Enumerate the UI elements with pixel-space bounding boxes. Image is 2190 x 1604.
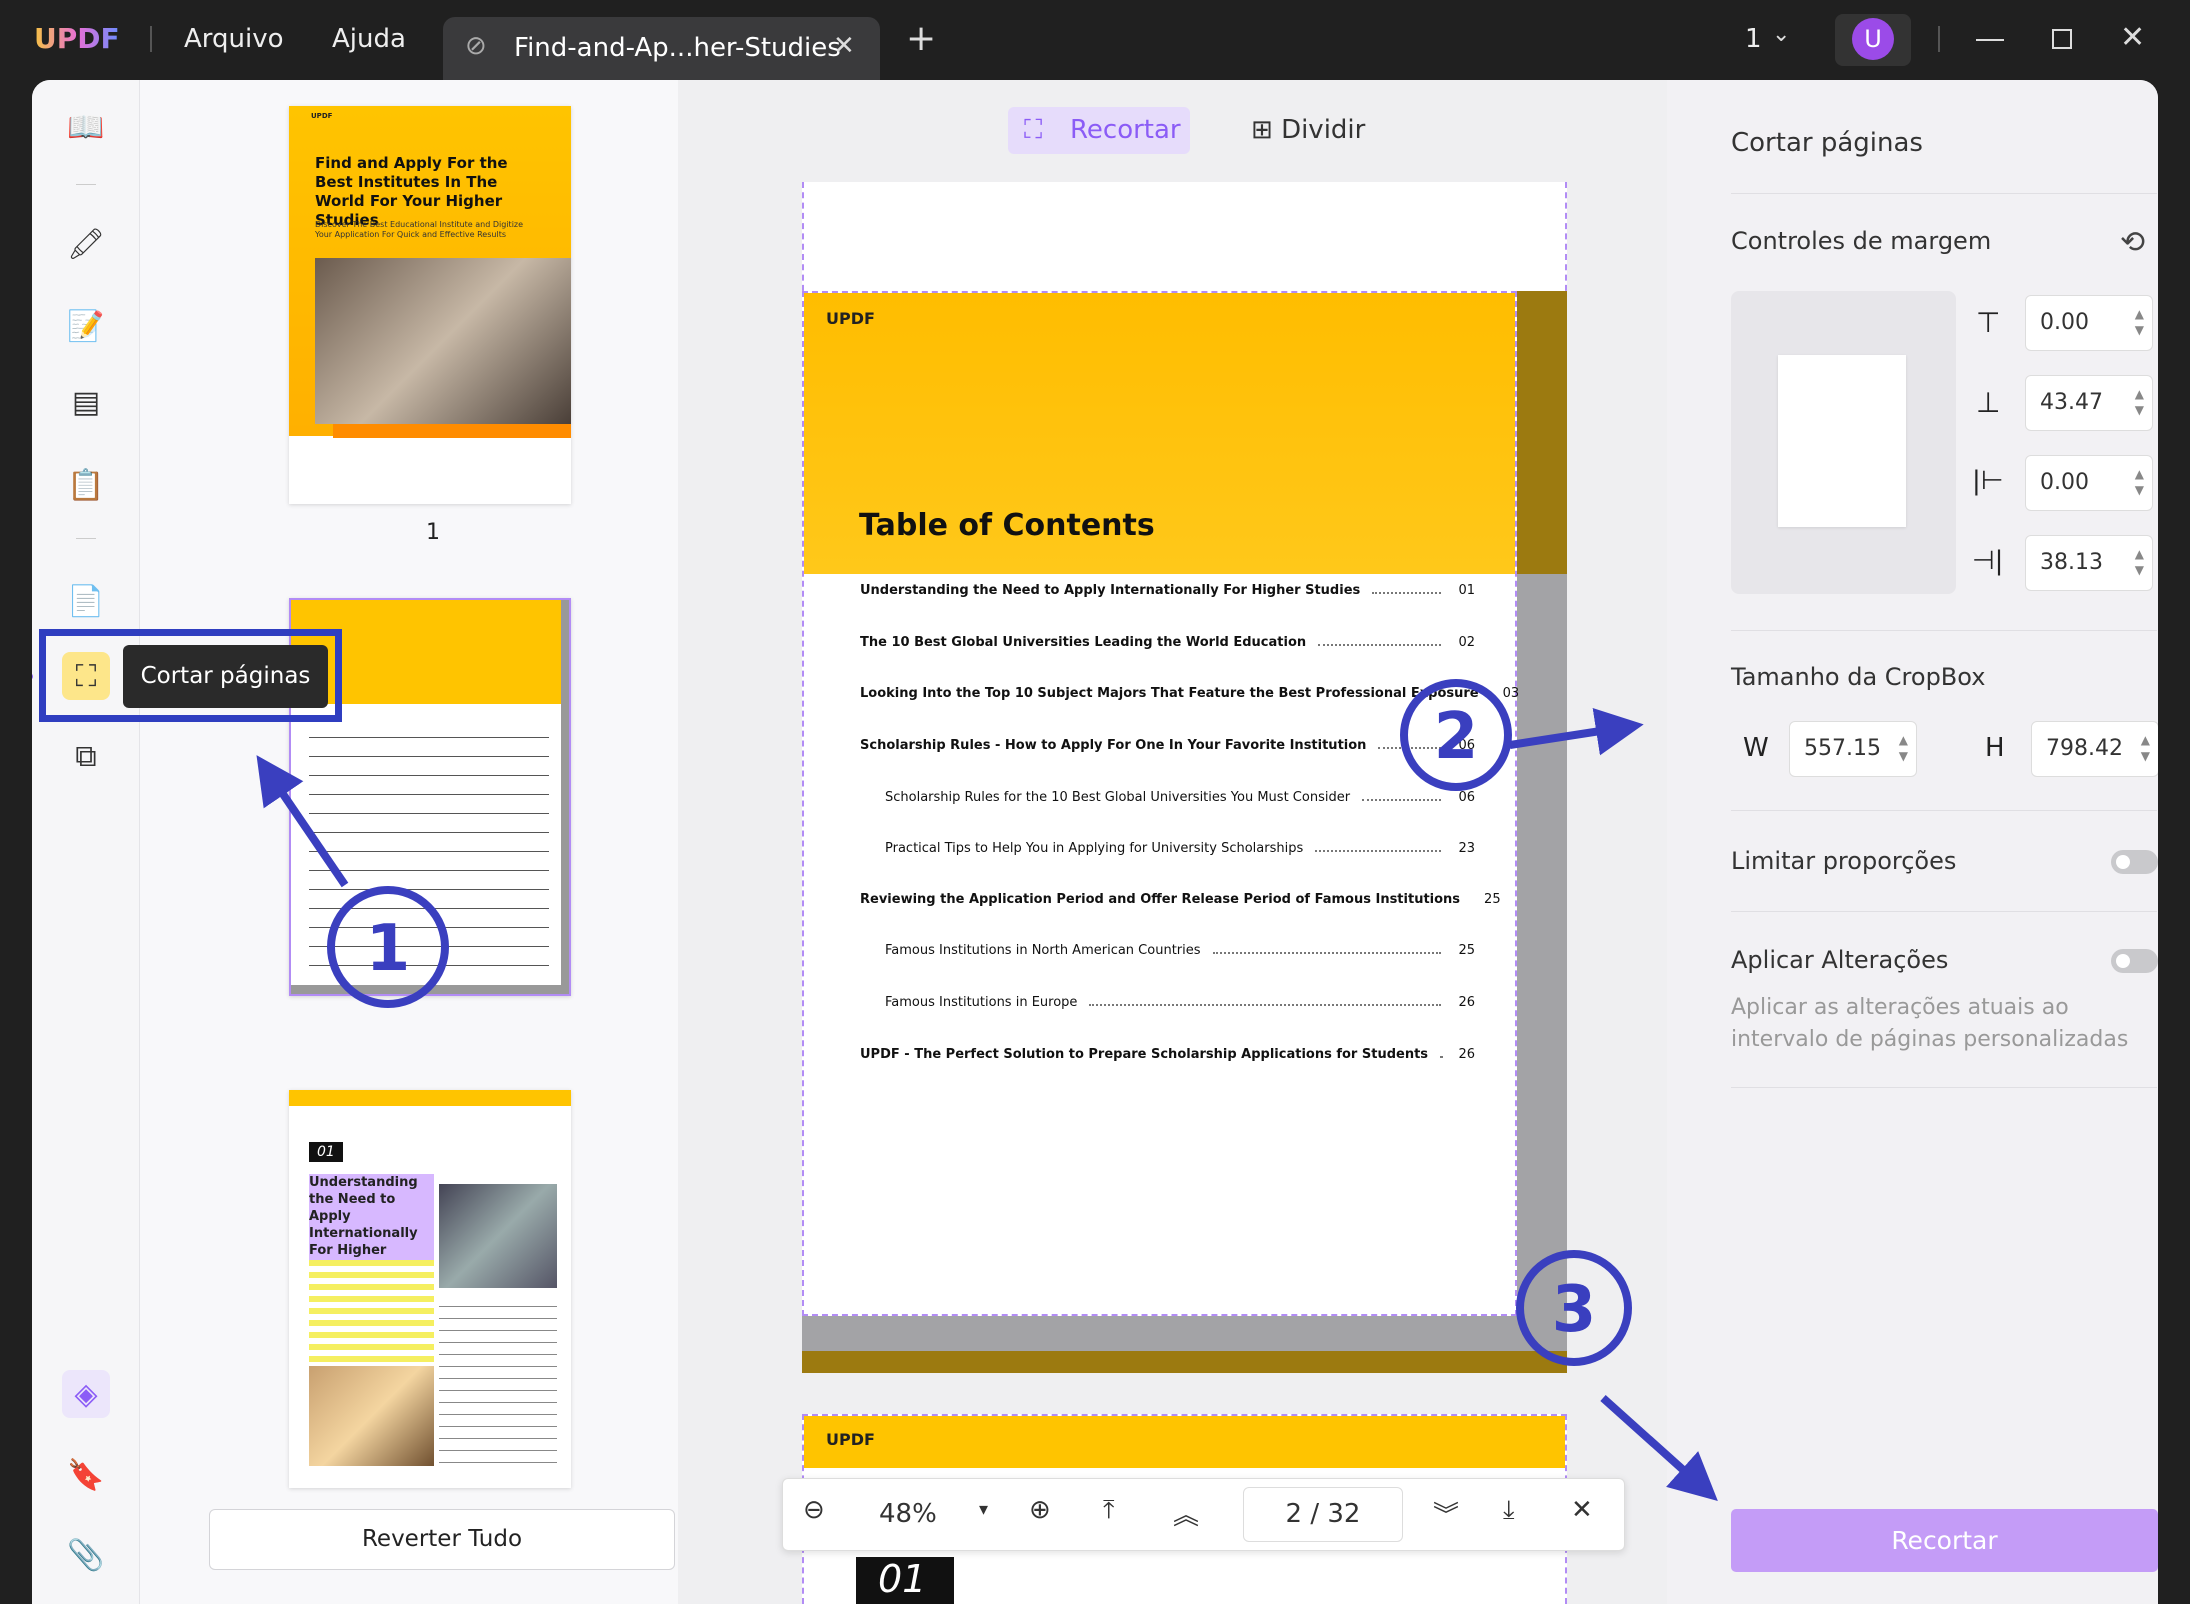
step-2-label: 2 — [1434, 700, 1479, 774]
arrow-1 — [256, 755, 349, 888]
step-3-label: 3 — [1552, 1273, 1597, 1347]
arrow-2 — [1509, 707, 1644, 756]
arrow-3 — [1600, 1395, 1718, 1502]
step-1-label: 1 — [366, 912, 411, 986]
annotation-overlay: 1 2 3 — [256, 679, 1718, 1502]
